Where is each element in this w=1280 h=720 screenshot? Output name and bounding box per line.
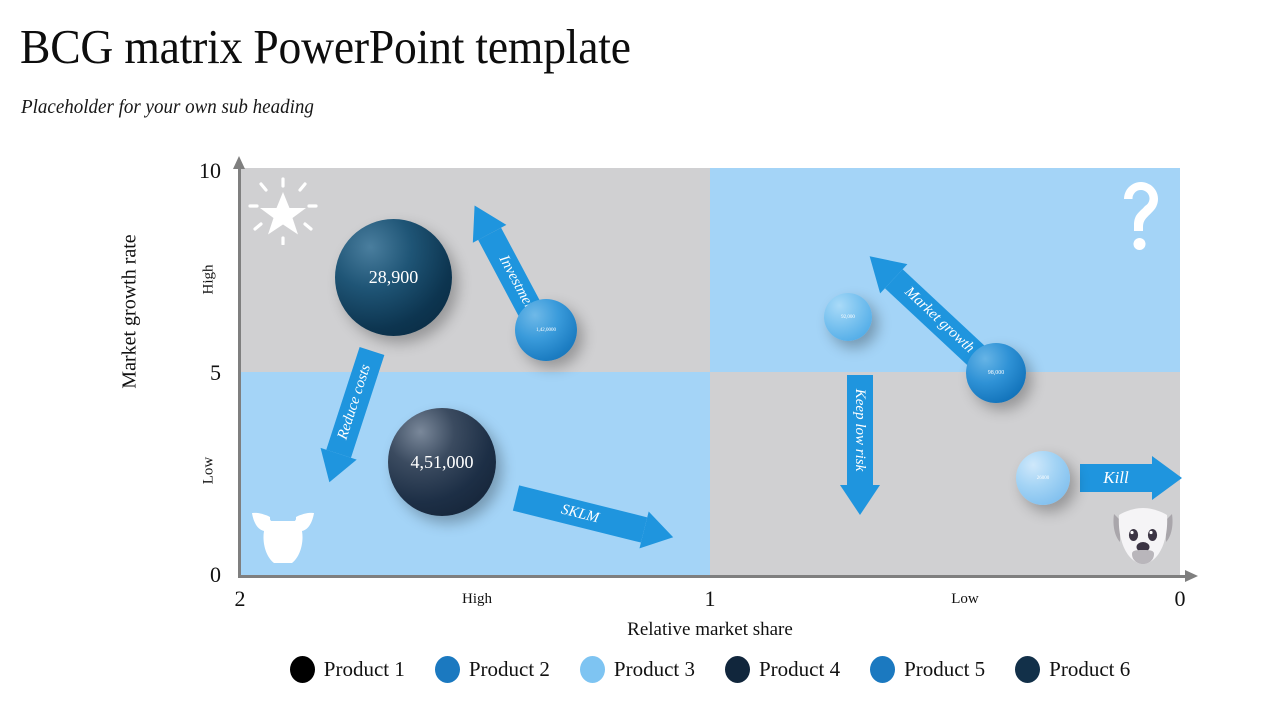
legend-label: Product 1 bbox=[323, 657, 405, 681]
x-axis-tick-high: High bbox=[462, 591, 492, 607]
y-axis-arrow-icon bbox=[233, 156, 245, 169]
bubble-point[interactable]: 98,000 bbox=[966, 343, 1026, 403]
bubble-label: 28,900 bbox=[368, 267, 419, 287]
y-axis-title: Market growth rate bbox=[118, 234, 141, 389]
x-axis-line bbox=[240, 575, 1185, 578]
legend-swatch-icon bbox=[434, 656, 460, 683]
legend-swatch-icon bbox=[289, 656, 315, 683]
legend-label: Product 5 bbox=[904, 657, 986, 681]
annotation-label-keep-low-risk: Keep low risk bbox=[852, 388, 869, 472]
y-axis-line bbox=[238, 168, 241, 578]
bubble-point[interactable]: 4,51,000 bbox=[388, 408, 496, 516]
legend-label: Product 3 bbox=[613, 657, 695, 681]
legend-item-product-1[interactable]: Product 1 bbox=[289, 656, 405, 683]
x-axis-tick-2: 2 bbox=[234, 586, 246, 611]
bubble-label: 92,000 bbox=[841, 314, 855, 320]
quadrant-stars bbox=[240, 168, 710, 372]
y-axis-tick-0: 0 bbox=[210, 562, 221, 587]
bubble-label: 4,51,000 bbox=[410, 451, 474, 472]
bubble-point[interactable]: 1,42,0000 bbox=[515, 299, 577, 361]
legend-swatch-icon bbox=[1015, 656, 1041, 683]
x-axis-tick-1: 1 bbox=[704, 586, 716, 611]
bcg-matrix-chart: Investment Reduce costs SKLM Market grow… bbox=[0, 0, 1280, 720]
legend-item-product-5[interactable]: Product 5 bbox=[870, 656, 985, 683]
y-axis-tick-5: 5 bbox=[210, 360, 221, 385]
legend-label: Product 4 bbox=[759, 657, 841, 681]
x-axis-tick-0: 0 bbox=[1174, 586, 1186, 611]
arrow-head-icon bbox=[1152, 456, 1182, 500]
legend-item-product-2[interactable]: Product 2 bbox=[434, 656, 550, 683]
legend-item-product-4[interactable]: Product 4 bbox=[725, 656, 840, 683]
x-axis-title: Relative market share bbox=[627, 619, 793, 640]
y-axis-band-low: Low bbox=[200, 456, 217, 485]
bubble-label: 26000 bbox=[1036, 475, 1050, 481]
legend-item-product-3[interactable]: Product 3 bbox=[579, 656, 695, 683]
legend-label: Product 2 bbox=[468, 657, 550, 681]
legend-item-product-6[interactable]: Product 6 bbox=[1015, 656, 1130, 683]
x-axis-arrow-icon bbox=[1185, 570, 1198, 582]
legend-swatch-icon bbox=[725, 656, 750, 683]
bubble-point[interactable]: 26000 bbox=[1016, 451, 1070, 505]
annotation-label-kill: Kill bbox=[1103, 468, 1129, 487]
bubble-label: 1,42,0000 bbox=[536, 327, 556, 333]
x-axis-tick-low: Low bbox=[951, 591, 979, 607]
annotation-label-sklm: SKLM bbox=[559, 501, 601, 526]
bubble-label: 98,000 bbox=[987, 370, 1005, 376]
bubble-point[interactable]: 28,900 bbox=[335, 219, 452, 336]
legend-swatch-icon bbox=[870, 656, 896, 683]
y-axis-tick-10: 10 bbox=[199, 158, 221, 183]
legend-swatch-icon bbox=[579, 656, 605, 683]
annotation-arrow-kill: Kill bbox=[1080, 456, 1190, 500]
arrow-head-icon bbox=[840, 485, 880, 515]
chart-legend: Product 1 Product 2 Product 3 Product 4 … bbox=[240, 656, 1180, 683]
legend-label: Product 6 bbox=[1049, 657, 1131, 681]
y-axis-band-high: High bbox=[200, 264, 217, 295]
annotation-arrow-keep-low-risk: Keep low risk bbox=[840, 375, 880, 525]
bubble-point[interactable]: 92,000 bbox=[824, 293, 872, 341]
